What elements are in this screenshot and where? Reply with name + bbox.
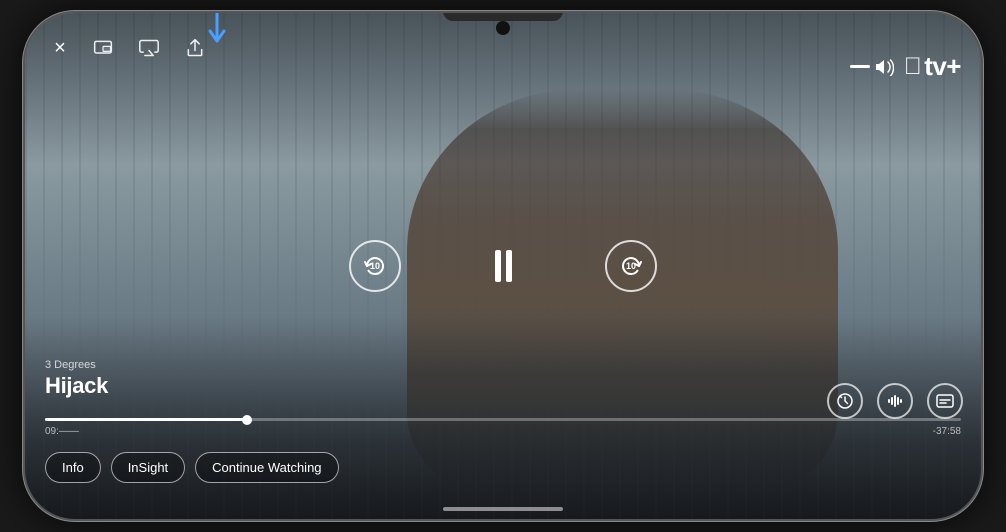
pip-icon [93,38,113,58]
rewind-label: 10 [370,261,380,271]
forward-button[interactable]: 10 [605,240,657,292]
apple-logo-icon:  [904,53,922,81]
pause-button[interactable] [481,244,525,288]
episode-label: 3 Degrees [45,359,108,371]
volume-icon [874,58,894,76]
right-controls [827,383,963,419]
pip-button[interactable] [89,34,117,62]
share-icon [185,38,205,58]
current-time: 09:—— [45,426,79,437]
title-area: 3 Degrees Hijack [45,359,108,399]
progress-thumb [242,415,252,425]
audio-icon [886,392,904,410]
remaining-time: -37:58 [933,426,961,437]
brand-area:  tv+ [850,51,961,82]
airplay-button[interactable] [135,34,163,62]
progress-track[interactable] [45,418,961,421]
volume-indicator [850,58,894,76]
pause-bar-right [506,250,512,282]
speed-button[interactable] [827,383,863,419]
camera-notch [496,21,510,35]
info-button[interactable]: Info [45,452,101,483]
close-button[interactable]: × [45,33,75,63]
airplay-icon [139,38,159,58]
center-controls: 10 10 [349,240,657,292]
top-icon-group [89,34,209,62]
insight-button[interactable]: InSight [111,452,185,483]
volume-bar-track [850,65,870,68]
forward-label: 10 [626,261,636,271]
continue-watching-button[interactable]: Continue Watching [195,452,338,483]
tv-plus-text: tv+ [924,51,961,82]
pause-bar-left [495,250,501,282]
show-title: Hijack [45,373,108,399]
progress-fill [45,418,247,421]
home-indicator [443,507,563,511]
bottom-buttons: Info InSight Continue Watching [45,452,339,483]
top-controls: × [25,33,981,63]
audio-button[interactable] [877,383,913,419]
subtitles-icon [936,392,954,410]
progress-container: 09:—— -37:58 [45,418,961,437]
ui-layer: × [25,13,981,519]
rewind-button[interactable]: 10 [349,240,401,292]
appletv-logo:  tv+ [904,51,961,82]
subtitles-button[interactable] [927,383,963,419]
share-button[interactable] [181,34,209,62]
side-button [23,193,25,233]
phone-frame: × [23,11,983,521]
time-labels: 09:—— -37:58 [45,426,961,437]
speed-icon [836,392,854,410]
